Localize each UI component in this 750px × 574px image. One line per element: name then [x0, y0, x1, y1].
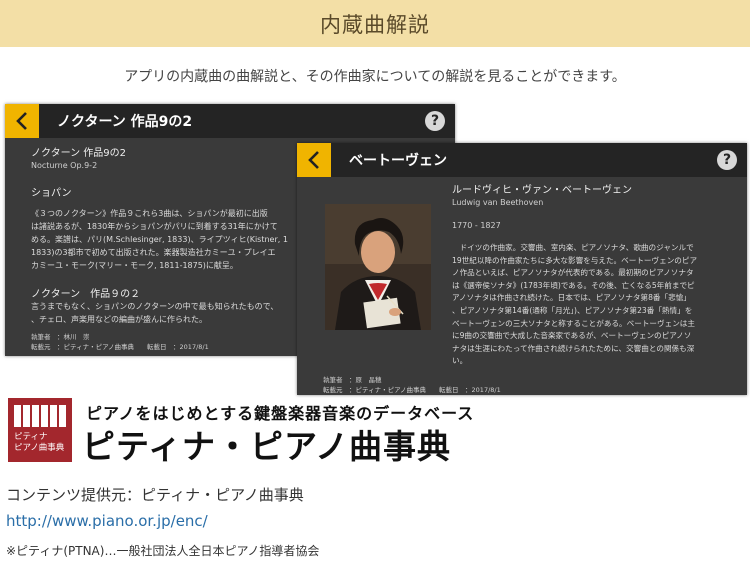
composer-panel-header: ベートーヴェン ?	[297, 143, 747, 177]
intro-text: アプリの内蔵曲の曲解説と、その作曲家についての解説を見ることができます。	[124, 69, 626, 85]
composer-source: 転載元 ：ピティナ・ピアノ曲事典	[323, 386, 427, 394]
help-icon[interactable]: ?	[425, 111, 445, 131]
piece-source: 転載元 ：ピティナ・ピアノ曲事典	[31, 343, 135, 351]
composer-name-en: Ludwig van Beethoven	[452, 198, 544, 207]
back-button[interactable]	[5, 104, 39, 138]
ptna-link[interactable]: http://www.piano.or.jp/enc/	[6, 512, 208, 530]
composer-header-title: ベートーヴェン	[349, 153, 447, 169]
beethoven-portrait	[325, 204, 431, 330]
composer-panel: ベートーヴェン ? ルードヴィヒ・ヴァン・ベートーヴェン Ludwig van …	[297, 143, 747, 395]
piano-keys-icon	[14, 405, 66, 427]
chevron-left-icon	[308, 151, 319, 169]
text-line: アノソナタは作曲され続けた。日本では、ピアノソナタ第8番「悲愴」	[452, 293, 691, 303]
composer-footer: 執筆者 ：原 晶穂 転載元 ：ピティナ・ピアノ曲事典 転載日 ：2017/8/1	[323, 375, 501, 395]
banner-title: 内蔵曲解説	[320, 12, 430, 37]
composer-body: ルードヴィヒ・ヴァン・ベートーヴェン Ludwig van Beethoven …	[452, 181, 742, 368]
composer-years: 1770 - 1827	[452, 221, 501, 230]
ptna-note: ※ピティナ(PTNA)…一般社団法人全日本ピアノ指導者協会	[6, 544, 320, 558]
chevron-left-icon	[16, 112, 27, 130]
text-line: ナタは生涯にわたって作曲され続けられたために、交響曲との関係も深	[452, 343, 695, 353]
text-line: ベートーヴェンの三大ソナタと称することがある。ベートーヴェンは主	[452, 318, 695, 328]
piece-header-title: ノクターン 作品9の2	[57, 114, 193, 130]
content-provider: コンテンツ提供元：ピティナ・ピアノ曲事典	[6, 486, 304, 504]
piece-author: 執筆者 ：林川 崇	[31, 333, 90, 341]
text-line: ドイツの作曲家。交響曲、室内楽、ピアノソナタ、歌曲のジャンルで	[452, 243, 694, 252]
piece-footer: 執筆者 ：林川 崇 転載元 ：ピティナ・ピアノ曲事典 転載日 ：2017/8/1	[31, 332, 209, 352]
text-line: 19世紀以降の作曲家たちに多大な影響を与えた。ベートーヴェンのピア	[452, 255, 698, 265]
logo-box-text: ピティナ ピアノ曲事典	[14, 432, 64, 454]
composer-name-ja: ルードヴィヒ・ヴァン・ベートーヴェン	[452, 185, 632, 196]
composer-date: 転載日 ：2017/8/1	[439, 386, 501, 394]
composer-author: 執筆者 ：原 晶穂	[323, 376, 382, 384]
text-line: に9曲の交響曲で大成した音楽家であるが、ベートーヴェンのピアノソ	[452, 331, 692, 341]
text-line: 、ピアノソナタ第14番(通称「月光」)、ピアノソナタ第23番「熱情」を	[452, 305, 693, 315]
text-line: は《選帝侯ソナタ》(1783年頃)である。その後、亡くなる5年前までピ	[452, 280, 695, 290]
top-banner: 内蔵曲解説	[0, 0, 750, 47]
logo-box-line1: ピティナ	[14, 432, 48, 442]
text-line: ノ作品といえば、ピアノソナタが代表的である。最初期のピアノソナタ	[452, 268, 694, 278]
text-line: い。	[452, 356, 468, 366]
composer-paragraph: ドイツの作曲家。交響曲、室内楽、ピアノソナタ、歌曲のジャンルで 19世紀以降の作…	[452, 242, 742, 368]
help-icon[interactable]: ?	[717, 150, 737, 170]
logo-name: ピティナ・ピアノ曲事典	[82, 427, 452, 466]
piece-date: 転載日 ：2017/8/1	[147, 343, 209, 351]
piece-panel-header: ノクターン 作品9の2 ?	[5, 104, 455, 138]
logo-box-line2: ピアノ曲事典	[14, 443, 65, 453]
ptna-logo: ピティナ ピアノ曲事典	[8, 398, 72, 462]
back-button[interactable]	[297, 143, 331, 177]
